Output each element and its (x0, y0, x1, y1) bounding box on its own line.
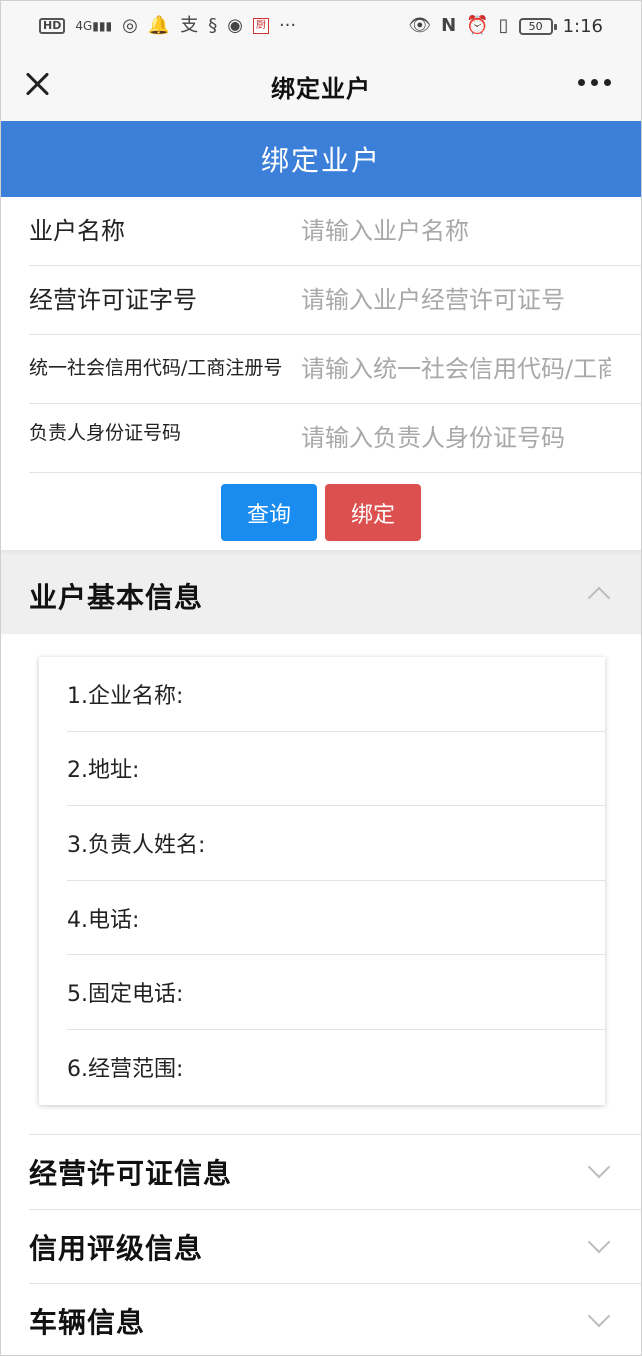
alipay-icon: 支 (180, 15, 199, 36)
hd-icon: HD (39, 18, 66, 34)
business-name-input[interactable] (301, 217, 611, 245)
business-name-label: 业户名称 (29, 216, 125, 245)
eye-icon: 👁 (408, 15, 432, 36)
license-number-label: 经营许可证字号 (29, 285, 197, 314)
bell-icon: 🔔 (147, 15, 171, 36)
id-card-label: 负责人身份证号码 (29, 422, 182, 444)
page-header: 绑定业户 (1, 121, 641, 197)
query-button[interactable]: 查询 (221, 484, 317, 541)
info-item-business-scope: 6.经营范围: (67, 1057, 184, 1083)
nav-title: 绑定业户 (271, 74, 371, 103)
status-right: 👁 N ⏰ ▯ 50 1:16 (408, 16, 603, 37)
bind-button[interactable]: 绑定 (325, 484, 421, 541)
vibrate-icon: ▯ (498, 15, 509, 36)
app-icon: § (208, 15, 218, 36)
form-row-license: 经营许可证字号 (29, 266, 641, 335)
basic-info-header[interactable]: 业户基本信息 (1, 558, 641, 634)
nav-bar: 绑定业户 (1, 51, 641, 121)
form-actions: 查询 绑定 (1, 484, 641, 542)
section-divider (1, 550, 641, 558)
status-left: HD 4G ▮▮▮ ◎ 🔔 支 § ◉ 厨 ··· (39, 17, 296, 35)
credit-code-input[interactable] (301, 355, 611, 383)
network-label: 4G (75, 19, 93, 33)
alarm-icon: ⏰ (466, 15, 489, 36)
info-item-address: 2.地址: (67, 732, 605, 807)
basic-info-title: 业户基本信息 (29, 581, 204, 614)
chevron-down-icon[interactable] (587, 1230, 611, 1254)
id-card-input[interactable] (301, 424, 611, 452)
page-title: 绑定业户 (260, 144, 381, 177)
overflow-icon: ··· (278, 15, 297, 36)
status-bar: HD 4G ▮▮▮ ◎ 🔔 支 § ◉ 厨 ··· 👁 N ⏰ ▯ 50 1:16 (1, 1, 641, 51)
status-time: 1:16 (562, 15, 603, 37)
credit-rating-title: 信用评级信息 (29, 1231, 204, 1265)
more-icon[interactable] (578, 79, 611, 86)
close-icon[interactable] (21, 69, 53, 101)
location-icon: ◉ (227, 15, 243, 36)
chevron-down-icon[interactable] (587, 1155, 611, 1179)
vehicle-info-title: 车辆信息 (29, 1305, 146, 1339)
basic-info-card: 1.企业名称: 2.地址: 3.负责人姓名: 4.电话: 5.固定电话: 6.经… (39, 657, 605, 1105)
battery-icon: 50 (518, 17, 557, 35)
chevron-up-icon[interactable] (587, 586, 611, 610)
hotspot-icon: ◎ (122, 15, 138, 36)
info-item-landline: 5.固定电话: (67, 955, 605, 1030)
info-item-manager-name: 3.负责人姓名: (67, 806, 605, 881)
signal-icon: 4G ▮▮▮ (75, 19, 113, 33)
app-badge-icon: 厨 (252, 18, 269, 34)
info-item-phone: 4.电话: (67, 881, 605, 956)
license-info-section[interactable]: 经营许可证信息 (29, 1134, 641, 1208)
form-row-name: 业户名称 (29, 197, 641, 266)
vehicle-info-section[interactable]: 车辆信息 (29, 1283, 641, 1356)
credit-code-label: 统一社会信用代码/工商注册号 (29, 357, 283, 380)
nfc-icon: N (441, 15, 457, 36)
chevron-down-icon[interactable] (587, 1304, 611, 1328)
form-row-id-card: 负责人身份证号码 (29, 404, 641, 473)
battery-level: 50 (528, 19, 543, 33)
info-item-company-name: 1.企业名称: (67, 657, 605, 732)
bind-form: 业户名称 经营许可证字号 统一社会信用代码/工商注册号 负责人身份证号码 (1, 197, 641, 473)
license-number-input[interactable] (301, 286, 611, 314)
credit-rating-section[interactable]: 信用评级信息 (29, 1209, 641, 1283)
form-row-credit-code: 统一社会信用代码/工商注册号 (29, 335, 641, 404)
license-info-title: 经营许可证信息 (29, 1156, 233, 1190)
